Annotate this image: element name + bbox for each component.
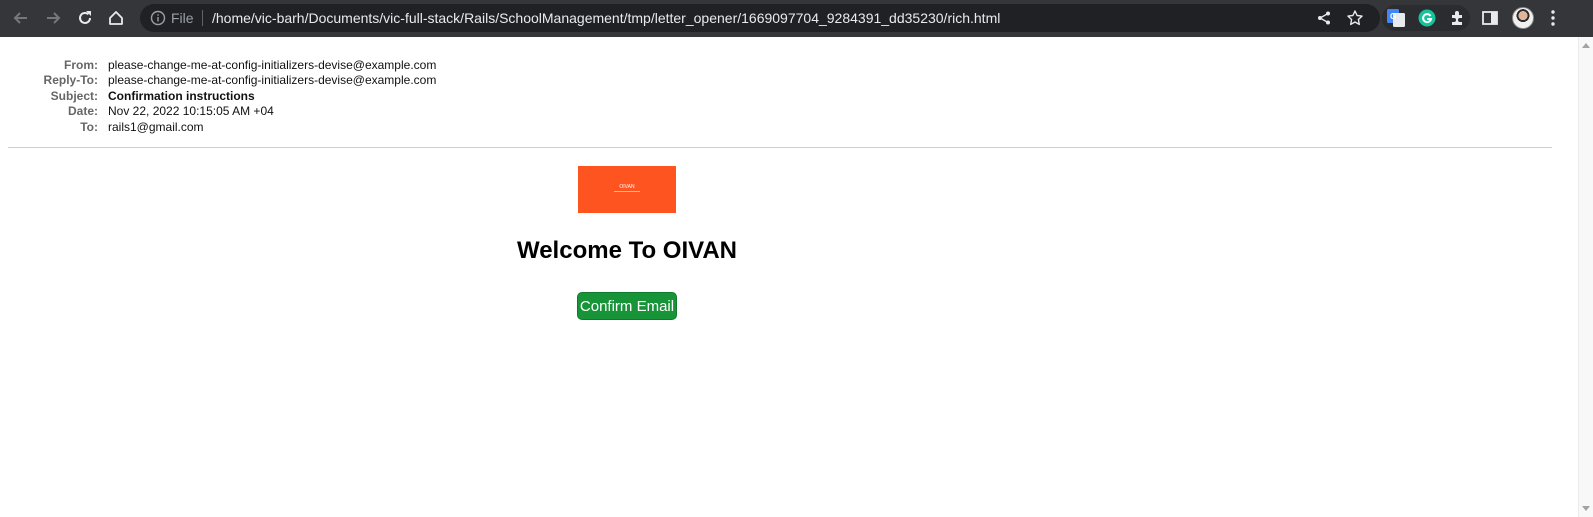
header-label: To: (80, 119, 98, 134)
header-value: Nov 22, 2022 10:15:05 AM +04 (108, 104, 274, 119)
header-label: Subject: (50, 88, 98, 103)
header-label: From: (64, 58, 98, 72)
browser-toolbar: File /home/vic-barh/Documents/vic-full-s… (0, 0, 1593, 37)
home-icon (109, 11, 123, 25)
more-menu-icon[interactable] (1543, 8, 1563, 28)
home-button[interactable] (103, 5, 129, 31)
reload-icon (79, 11, 91, 24)
extensions-icon[interactable] (1448, 8, 1468, 28)
welcome-heading: Welcome To OIVAN (516, 237, 738, 264)
address-bar[interactable]: File /home/vic-barh/Documents/vic-full-s… (140, 4, 1380, 32)
info-icon[interactable] (150, 10, 166, 26)
header-row-reply-to: Reply-To: please-change-me-at-config-ini… (0, 73, 700, 88)
back-button[interactable] (8, 5, 34, 31)
email-headers: From: please-change-me-at-config-initial… (0, 58, 700, 135)
header-value: please-change-me-at-config-initializers-… (108, 73, 437, 88)
forward-button[interactable] (40, 5, 66, 31)
header-label: Reply-To: (43, 73, 98, 88)
header-label: Date: (67, 104, 98, 119)
banner-logo-text: OIVAN (619, 184, 635, 190)
header-row-to: To: rails1@gmail.com (0, 120, 700, 135)
forward-icon (47, 12, 61, 24)
omnibox-separator (202, 10, 203, 26)
back-icon (13, 12, 27, 24)
confirm-email-button[interactable]: Confirm Email (577, 292, 677, 320)
grammarly-icon[interactable] (1417, 8, 1437, 28)
google-translate-icon[interactable]: G (1386, 8, 1406, 28)
reload-button[interactable] (72, 5, 98, 31)
svg-text:G: G (1390, 12, 1396, 21)
scroll-up-arrow-icon[interactable] (1582, 43, 1590, 48)
header-row-subject: Subject: Confirmation instructions (0, 89, 700, 104)
header-value: Confirmation instructions (108, 88, 255, 103)
side-panel-icon[interactable] (1480, 8, 1500, 28)
star-icon[interactable] (1346, 9, 1364, 27)
header-value: please-change-me-at-config-initializers-… (108, 58, 437, 72)
header-divider (8, 147, 1552, 148)
page-scrollbar[interactable] (1578, 37, 1593, 517)
header-row-date: Date: Nov 22, 2022 10:15:05 AM +04 (0, 104, 700, 119)
share-icon[interactable] (1316, 10, 1332, 26)
brand-banner: OIVAN (578, 166, 676, 213)
header-row-from: From: please-change-me-at-config-initial… (0, 58, 700, 73)
url-text[interactable]: /home/vic-barh/Documents/vic-full-stack/… (212, 9, 1000, 27)
file-scheme-label: File (171, 10, 194, 26)
header-value: rails1@gmail.com (108, 119, 204, 134)
scroll-down-arrow-icon[interactable] (1582, 506, 1590, 511)
profile-avatar[interactable] (1512, 7, 1534, 29)
banner-tagline-line (614, 191, 640, 192)
